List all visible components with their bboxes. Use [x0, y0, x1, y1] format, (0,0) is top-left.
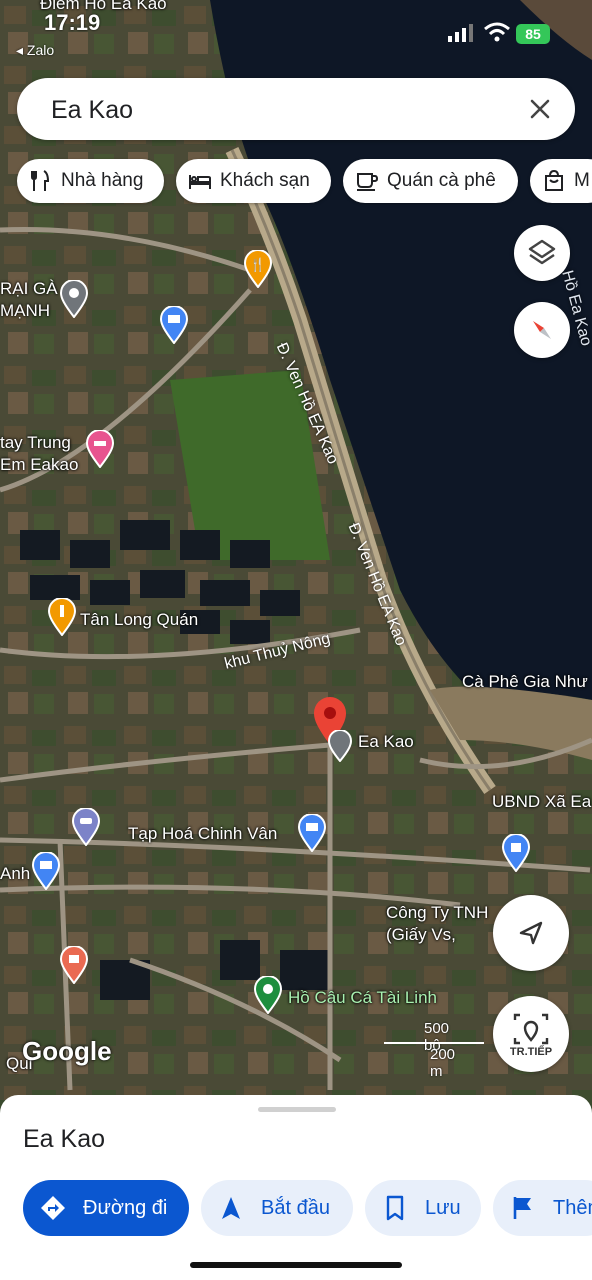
status-time: 17:19 — [44, 10, 101, 35]
bookmark-icon — [386, 1195, 404, 1221]
place-title: Ea Kao — [23, 1125, 106, 1153]
map-label-nha-tro[interactable]: tay Trung Em Eakao — [0, 432, 78, 476]
shop-pin-icon[interactable] — [298, 814, 326, 852]
car-pin-icon[interactable] — [72, 808, 100, 846]
home-indicator[interactable] — [190, 1262, 402, 1268]
navigation-arrow-icon — [222, 1197, 240, 1219]
close-icon[interactable] — [525, 94, 555, 124]
next-nearby-button[interactable]: TR.TIẾP — [493, 996, 569, 1072]
my-location-button[interactable] — [493, 895, 569, 971]
place-pin-icon[interactable] — [328, 730, 352, 762]
directions-button[interactable]: Đường đi — [23, 1180, 189, 1236]
layers-button[interactable] — [514, 225, 570, 281]
shop-pin-icon[interactable] — [32, 852, 60, 890]
drag-handle[interactable] — [258, 1107, 336, 1112]
compass-icon — [533, 321, 551, 339]
chip-label: Quán cà phê — [387, 170, 496, 191]
wifi-icon — [484, 22, 510, 42]
coffee-icon — [357, 173, 379, 191]
map-label-anh[interactable]: Anh — [0, 864, 30, 884]
map-label-trai-ga[interactable]: RẠI GÀ MẠNH — [0, 278, 58, 322]
navigation-arrow-icon — [519, 921, 543, 945]
location-pin-icon[interactable] — [60, 280, 88, 318]
directions-label: Đường đi — [83, 1197, 168, 1219]
restaurant-pin-icon[interactable] — [48, 598, 76, 636]
chip-label: Nhà hàng — [61, 170, 144, 191]
layers-icon — [528, 239, 556, 265]
place-bottom-sheet[interactable]: Ea Kao Đường đi Bắt đầu Lưu Thêm — [0, 1095, 592, 1280]
chip-label: Khách sạn — [220, 170, 310, 191]
save-button[interactable]: Lưu — [365, 1180, 481, 1236]
restaurant-pin-icon[interactable]: 🍴 — [244, 250, 272, 288]
next-label: TR.TIẾP — [509, 1046, 553, 1058]
restaurant-pin-icon[interactable] — [60, 946, 88, 984]
location-frame-icon — [513, 1013, 549, 1045]
shopping-bag-icon — [545, 169, 563, 191]
map-label-ubnd[interactable]: UBND Xã Ea — [492, 792, 591, 812]
map-label-ea-kao[interactable]: Ea Kao — [358, 732, 414, 752]
chip-label: M — [574, 170, 590, 191]
map-label-tap-hoa[interactable]: Tạp Hoá Chinh Vân — [128, 824, 277, 844]
start-label: Bắt đầu — [261, 1197, 330, 1219]
bed-icon — [189, 175, 211, 189]
chip-restaurants[interactable]: Nhà hàng — [17, 159, 164, 203]
google-logo: Google — [22, 1036, 112, 1066]
chip-cafes[interactable]: Quán cà phê — [343, 159, 518, 203]
more-button[interactable]: Thêm — [493, 1180, 592, 1236]
chip-shopping[interactable]: M — [530, 159, 592, 203]
park-pin-icon[interactable] — [254, 976, 282, 1014]
map-label-ca-phe[interactable]: Cà Phê Gia Như — [462, 672, 588, 692]
map-label-ho-cau[interactable]: Hồ Câu Cá Tài Linh — [288, 988, 437, 1008]
svg-text:🍴: 🍴 — [250, 257, 266, 273]
fork-knife-icon — [31, 170, 50, 191]
start-button[interactable]: Bắt đầu — [201, 1180, 353, 1236]
search-bar[interactable]: Ea Kao — [17, 78, 575, 140]
save-label: Lưu — [425, 1197, 461, 1219]
scale-meters: 200 m — [430, 1046, 456, 1080]
cellular-signal-icon — [448, 24, 473, 42]
flag-icon — [513, 1197, 531, 1219]
battery-indicator: 85 — [516, 24, 550, 44]
chip-hotels[interactable]: Khách sạn — [176, 159, 331, 203]
shop-pin-icon[interactable] — [160, 306, 188, 344]
compass-button[interactable] — [514, 302, 570, 358]
more-label: Thêm — [553, 1197, 592, 1219]
hotel-pin-icon[interactable] — [86, 430, 114, 468]
shopping-pin-icon[interactable] — [502, 834, 530, 872]
map-label-tan-long[interactable]: Tân Long Quán — [80, 610, 198, 630]
search-query[interactable]: Ea Kao — [51, 96, 133, 125]
directions-icon — [41, 1196, 65, 1220]
status-bar: 17:19 ◂ Zalo 85 — [0, 0, 592, 70]
back-to-app-link[interactable]: ◂ Zalo — [16, 42, 54, 59]
scale-bar — [384, 1042, 484, 1044]
